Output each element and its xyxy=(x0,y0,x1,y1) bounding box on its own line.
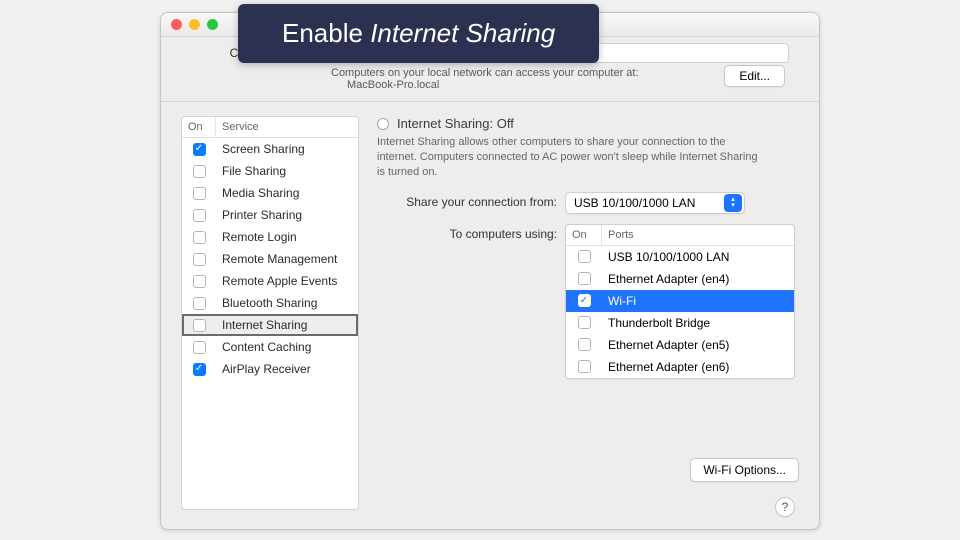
hostname-text: MacBook-Pro.local xyxy=(347,79,789,91)
status-title: Internet Sharing: Off xyxy=(397,116,514,131)
service-label: Internet Sharing xyxy=(216,318,358,332)
sharing-preferences-window: Computer Name: Computers on your local n… xyxy=(160,12,820,530)
port-row[interactable]: Thunderbolt Bridge xyxy=(566,312,794,334)
port-label: Wi-Fi xyxy=(602,294,794,308)
col-service: Service xyxy=(216,117,358,137)
zoom-icon[interactable] xyxy=(207,19,218,30)
port-checkbox[interactable] xyxy=(578,250,591,263)
service-checkbox[interactable] xyxy=(193,187,206,200)
services-list: On Service Screen Sharing File Sharing Med… xyxy=(181,116,359,510)
port-label: Ethernet Adapter (en4) xyxy=(602,272,794,286)
service-row[interactable]: AirPlay Receiver xyxy=(182,358,358,380)
share-from-label: Share your connection from: xyxy=(377,192,557,209)
share-from-value: USB 10/100/1000 LAN xyxy=(574,196,695,210)
service-row[interactable]: Printer Sharing xyxy=(182,204,358,226)
banner-emphasis: Internet Sharing xyxy=(370,18,555,48)
port-label: USB 10/100/1000 LAN xyxy=(602,250,794,264)
port-checkbox[interactable] xyxy=(578,272,591,285)
service-row[interactable]: Remote Apple Events xyxy=(182,270,358,292)
status-radio-icon[interactable] xyxy=(377,118,389,130)
service-label: Bluetooth Sharing xyxy=(216,296,358,310)
service-checkbox[interactable] xyxy=(193,143,206,156)
share-from-select[interactable]: USB 10/100/1000 LAN xyxy=(565,192,745,214)
service-label: Media Sharing xyxy=(216,186,358,200)
port-label: Ethernet Adapter (en5) xyxy=(602,338,794,352)
service-row[interactable]: Content Caching xyxy=(182,336,358,358)
service-checkbox[interactable] xyxy=(193,165,206,178)
access-description: Computers on your local network can acce… xyxy=(331,67,789,79)
port-label: Ethernet Adapter (en6) xyxy=(602,360,794,374)
service-label: File Sharing xyxy=(216,164,358,178)
port-row[interactable]: Wi-Fi xyxy=(566,290,794,312)
service-checkbox[interactable] xyxy=(193,363,206,376)
edit-button[interactable]: Edit... xyxy=(724,65,785,87)
service-row[interactable]: Internet Sharing xyxy=(182,314,358,336)
ports-col-on: On xyxy=(566,225,602,245)
select-arrows-icon xyxy=(724,194,742,212)
port-label: Thunderbolt Bridge xyxy=(602,316,794,330)
service-checkbox[interactable] xyxy=(193,297,206,310)
service-checkbox[interactable] xyxy=(193,209,206,222)
minimize-icon[interactable] xyxy=(189,19,200,30)
close-icon[interactable] xyxy=(171,19,182,30)
port-row[interactable]: Ethernet Adapter (en4) xyxy=(566,268,794,290)
service-label: Screen Sharing xyxy=(216,142,358,156)
port-checkbox[interactable] xyxy=(578,360,591,373)
service-label: Content Caching xyxy=(216,340,358,354)
instruction-banner: Enable Internet Sharing xyxy=(238,4,599,63)
service-checkbox[interactable] xyxy=(193,341,206,354)
service-row[interactable]: Remote Login xyxy=(182,226,358,248)
port-checkbox[interactable] xyxy=(578,294,591,307)
ports-header: On Ports xyxy=(566,225,794,246)
window-controls xyxy=(171,19,218,30)
service-checkbox[interactable] xyxy=(193,253,206,266)
ports-list: On Ports USB 10/100/1000 LAN Ethernet Ada… xyxy=(565,224,795,379)
service-label: Remote Apple Events xyxy=(216,274,358,288)
service-checkbox[interactable] xyxy=(193,231,206,244)
port-row[interactable]: Ethernet Adapter (en6) xyxy=(566,356,794,378)
service-detail: Internet Sharing: Off Internet Sharing a… xyxy=(377,116,799,510)
service-label: Remote Login xyxy=(216,230,358,244)
ports-col-ports: Ports xyxy=(602,225,794,245)
service-label: AirPlay Receiver xyxy=(216,362,358,376)
wifi-options-button[interactable]: Wi-Fi Options... xyxy=(690,458,799,482)
service-row[interactable]: Media Sharing xyxy=(182,182,358,204)
service-row[interactable]: Bluetooth Sharing xyxy=(182,292,358,314)
service-label: Remote Management xyxy=(216,252,358,266)
help-button[interactable]: ? xyxy=(775,497,795,517)
port-checkbox[interactable] xyxy=(578,316,591,329)
service-label: Printer Sharing xyxy=(216,208,358,222)
service-checkbox[interactable] xyxy=(193,275,206,288)
port-checkbox[interactable] xyxy=(578,338,591,351)
banner-prefix: Enable xyxy=(282,18,370,48)
port-row[interactable]: USB 10/100/1000 LAN xyxy=(566,246,794,268)
service-row[interactable]: Remote Management xyxy=(182,248,358,270)
port-row[interactable]: Ethernet Adapter (en5) xyxy=(566,334,794,356)
service-checkbox[interactable] xyxy=(193,319,206,332)
services-header: On Service xyxy=(182,117,358,138)
to-computers-label: To computers using: xyxy=(377,224,557,241)
col-on: On xyxy=(182,117,216,137)
service-row[interactable]: File Sharing xyxy=(182,160,358,182)
service-row[interactable]: Screen Sharing xyxy=(182,138,358,160)
service-description: Internet Sharing allows other computers … xyxy=(377,135,767,180)
